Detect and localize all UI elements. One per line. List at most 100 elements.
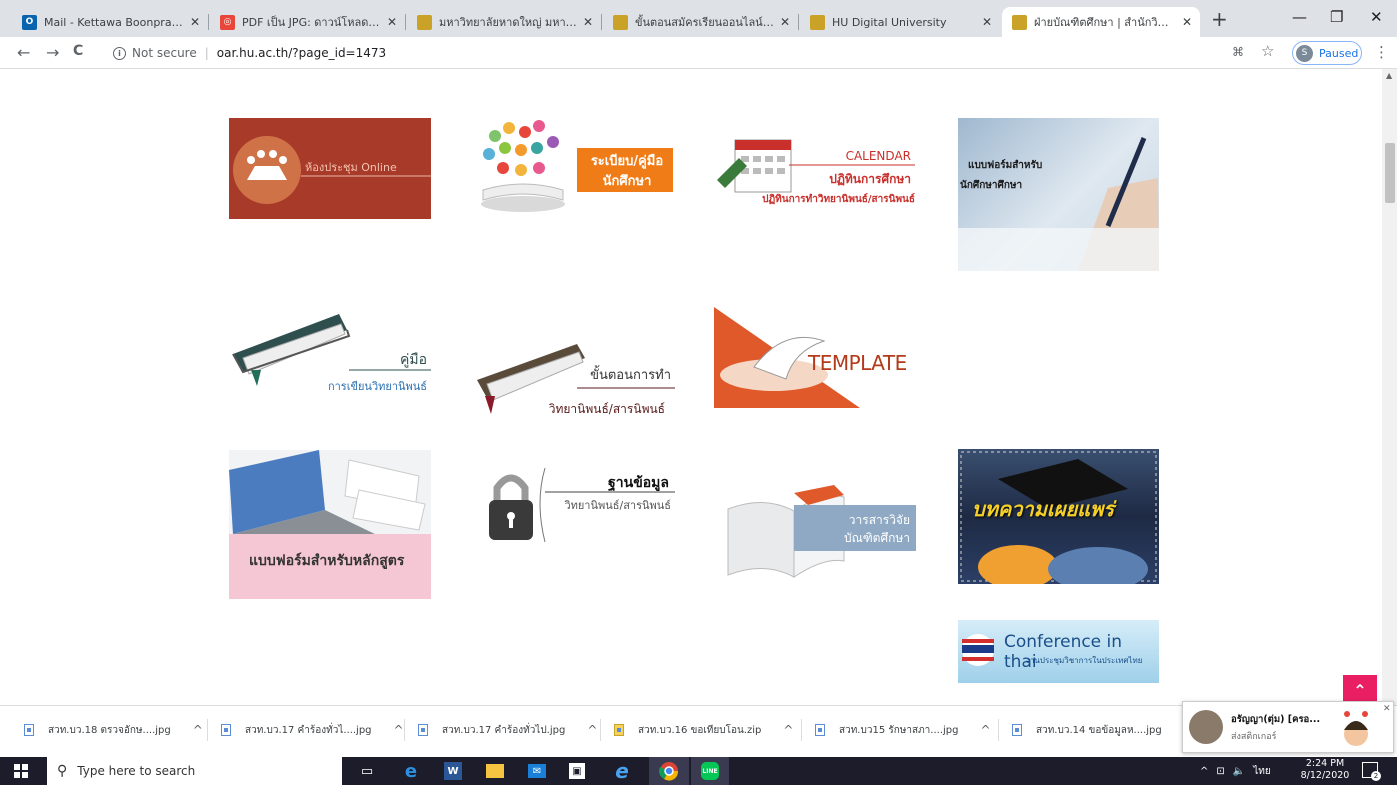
browser-tab[interactable]: ◎ PDF เป็น JPG: ดาวน์โหลดไฟล์ ✕ [210,7,405,37]
tray-chevron-icon[interactable]: ^ [1200,766,1208,777]
info-icon[interactable]: i [113,46,126,60]
tab-separator [405,14,406,30]
browser-tab[interactable]: O Mail - Kettawa Boonprakarn - (✕ [12,7,208,37]
download-item[interactable]: สวท.บว.17 คำร้องทั่วไ....jpg ^ [221,718,404,742]
download-separator [404,719,405,741]
windows-start-icon[interactable] [14,764,28,778]
clock-time: 2:24 PM [1305,758,1345,769]
student-rules-tile[interactable]: ระเบียบ/คู่มือ นักศึกษา [473,118,675,219]
thesis-database-tile[interactable]: ฐานข้อมูล วิทยานิพนธ์/สารนิพนธ์ [473,462,675,544]
download-separator [600,719,601,741]
line-notification[interactable]: อรัญญา(ตุ่ม) [ครอ... ส่งสติกเกอร์ ✕ [1182,701,1394,753]
browser-tab[interactable]: HU Digital University ✕ [800,7,1000,37]
url-text[interactable]: oar.hu.ac.th/?page_id=1473 [217,46,386,60]
image-file-icon [815,724,825,736]
reload-button[interactable]: C [73,43,83,59]
profile-button[interactable]: S Paused [1292,41,1362,65]
tile-label: นักศึกษาศึกษา [960,180,1023,191]
published-articles-tile[interactable]: บทความเผยแพร่ [958,449,1159,584]
edge-icon[interactable]: e [401,761,421,782]
download-menu-chevron-icon[interactable]: ^ [981,723,991,737]
store-icon[interactable]: ▣ [569,763,585,779]
restore-button[interactable]: ❐ [1330,8,1343,26]
new-tab-button[interactable]: + [1211,9,1228,29]
translate-icon[interactable]: ⌘ [1232,45,1244,59]
tab-separator [601,14,602,30]
tab-close-icon[interactable]: ✕ [387,15,397,29]
address-bar[interactable]: i Not secure | oar.hu.ac.th/?page_id=147… [103,41,1273,65]
thesis-handbook-tile[interactable]: คู่มือ การเขียนวิทยานิพนธ์ [229,314,431,404]
download-item[interactable]: สวท.บว.14 ขอข้อมูลห....jpg^ [1012,718,1194,742]
input-language-indicator[interactable]: ไทย [1253,764,1270,779]
chrome-taskbar-item[interactable] [649,757,689,785]
tab-close-icon[interactable]: ✕ [982,15,992,29]
bookmark-star-icon[interactable]: ☆ [1261,42,1274,60]
minimize-button[interactable]: — [1292,8,1307,26]
graduate-journal-tile[interactable]: วารสารวิจัย บัณฑิตศึกษา [724,481,926,581]
download-item[interactable]: สวท.บว.16 ขอเทียบโอน.zip ^ [614,718,793,742]
image-file-icon [1012,724,1022,736]
download-item[interactable]: สวท.บว.18 ตรวจอักษ....jpg ^ [24,718,203,742]
browser-tab[interactable]: ขั้นตอนสมัครเรียนออนไลน์ ระดับปริ ✕ [603,7,798,37]
sticker-icon [1339,708,1373,748]
word-icon[interactable]: W [444,762,462,780]
notification-sender: อรัญญา(ตุ่ม) [ครอ... [1231,714,1321,725]
graduate-forms-tile[interactable]: แบบฟอร์มสำหรับ นักศึกษาศึกษา [958,118,1159,271]
download-item[interactable]: สวท.บว.17 คำร้องทั่วไป.jpg ^ [418,718,597,742]
task-view-icon[interactable]: ▭ [357,761,377,781]
laptop-papers-icon [229,450,431,599]
zip-file-icon [614,724,624,736]
notification-count-badge: 2 [1371,771,1381,781]
download-menu-chevron-icon[interactable]: ^ [587,723,597,737]
line-taskbar-item[interactable]: LINE [691,757,729,785]
curriculum-forms-tile[interactable]: แบบฟอร์มสำหรับหลักสูตร [229,450,431,599]
scroll-up-arrow-icon[interactable]: ▲ [1386,71,1392,80]
taskbar-search[interactable]: ⚲ Type here to search [47,757,342,785]
browser-tab[interactable]: มหาวิทยาลัยหาดใหญ่ มหาวิทยาลัยเอ ✕ [407,7,601,37]
download-menu-chevron-icon[interactable]: ^ [394,723,404,737]
profile-status: Paused [1319,46,1359,60]
image-file-icon [221,724,231,736]
avatar: S [1296,44,1313,62]
download-menu-chevron-icon[interactable]: ^ [193,723,203,737]
download-filename: สวท.บว.17 คำร้องทั่วไป.jpg [442,724,566,736]
tab-close-icon[interactable]: ✕ [583,15,593,29]
internet-explorer-icon[interactable]: e [612,759,632,783]
taskbar-clock[interactable]: 2:24 PM 8/12/2020 [1296,758,1354,782]
tile-label: คู่มือ [399,352,427,368]
back-button[interactable]: ← [17,43,30,62]
scrollbar-thumb[interactable] [1385,143,1395,203]
download-menu-chevron-icon[interactable]: ^ [783,723,793,737]
conference-thai-tile[interactable]: Conference in thai งานประชุมวิชาการในประ… [958,620,1159,683]
file-explorer-icon[interactable] [486,764,504,778]
tab-close-icon[interactable]: ✕ [780,15,790,29]
tab-close-icon[interactable]: ✕ [190,15,200,29]
notification-message: ส่งสติกเกอร์ [1231,732,1277,742]
avatar [1189,710,1223,744]
tab-favicon-icon [417,14,432,30]
tab-favicon-icon: ◎ [220,14,235,30]
tab-close-icon[interactable]: ✕ [1182,15,1192,29]
image-file-icon [418,724,428,736]
mail-icon[interactable]: ✉ [528,764,546,778]
notification-close-icon[interactable]: ✕ [1383,704,1391,714]
tile-label: วิทยานิพนธ์/สารนิพนธ์ [548,402,665,416]
meeting-online-tile[interactable]: ห้องประชุม Online [229,118,431,219]
action-center-icon[interactable]: 2 [1362,762,1381,781]
volume-icon[interactable]: 🔈 [1233,766,1245,777]
forward-button[interactable]: → [46,43,59,62]
download-item[interactable]: สวท.บว15 รักษาสภา....jpg ^ [815,718,991,742]
tile-label: นักศึกษา [602,174,652,189]
template-tile[interactable]: TEMPLATE [714,307,916,408]
calendar-tile[interactable]: CALENDAR ปฏิทินการศึกษา ปฏิทินการทำวิทยา… [713,118,915,219]
browser-tab[interactable]: ฝ่ายบัณฑิตศึกษา | สำนักวิชาการแล ✕ [1002,7,1200,37]
search-placeholder: Type here to search [77,764,196,778]
thesis-steps-tile[interactable]: ขั้นตอนการทำ วิทยานิพนธ์/สารนิพนธ์ [473,344,675,428]
chrome-menu-icon[interactable]: ⋮ [1374,43,1389,61]
tile-label: วารสารวิจัย [848,513,910,527]
tile-label: ระเบียบ/คู่มือ [590,154,664,169]
tab-title: Mail - Kettawa Boonprakarn - ( [44,15,184,29]
tile-label: TEMPLATE [808,351,907,375]
window-close-button[interactable]: ✕ [1370,8,1383,26]
network-icon[interactable]: ⊡ [1216,766,1224,777]
